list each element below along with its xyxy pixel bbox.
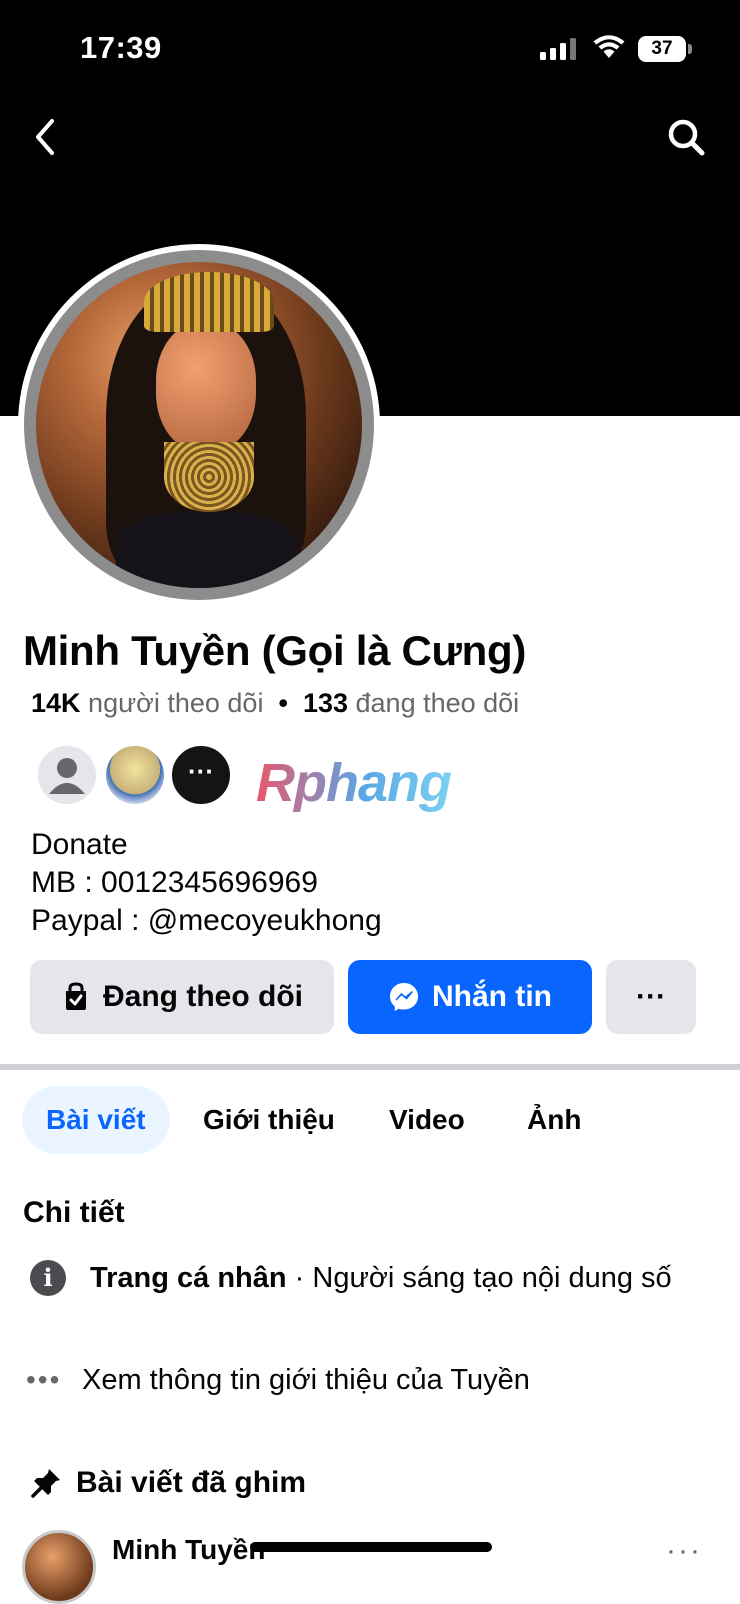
tab-about[interactable]: Giới thiệu (203, 1086, 335, 1154)
avatar-necklace (164, 442, 254, 512)
profile-name: Minh Tuyền (Gọi là Cưng) (23, 627, 527, 674)
bio-line: Donate (31, 828, 128, 861)
tab-posts[interactable]: Bài viết (22, 1086, 170, 1154)
following-label[interactable]: đang theo dõi (356, 688, 520, 718)
wifi-icon (593, 35, 625, 58)
status-bar: 17:39 37 (0, 0, 740, 90)
page-category: · Người sáng tạo nội dung số (286, 1262, 672, 1294)
following-icon (66, 982, 86, 1010)
details-title: Chi tiết (23, 1196, 125, 1229)
page-type-label: Trang cá nhân (90, 1262, 287, 1294)
following-button[interactable]: Đang theo dõi (30, 960, 334, 1034)
bio-line: MB : 0012345696969 (31, 866, 318, 899)
follower-avatar[interactable] (104, 744, 166, 806)
post-more-button[interactable]: ··· (666, 1534, 702, 1568)
signal-icon (540, 38, 576, 60)
watermark-logo: Rphang (256, 753, 452, 813)
status-time: 17:39 (80, 30, 162, 65)
more-followers-button[interactable]: ··· (170, 744, 232, 806)
back-icon[interactable] (28, 115, 62, 159)
pinned-posts-title: Bài viết đã ghim (76, 1466, 307, 1499)
message-button[interactable]: Nhắn tin (348, 960, 592, 1034)
battery-indicator: 37 (638, 36, 686, 62)
pinned-posts-header: Bài viết đã ghim (30, 1466, 306, 1500)
followers-count[interactable]: 14K (31, 688, 81, 718)
followers-label[interactable]: người theo dõi (88, 688, 263, 718)
home-indicator[interactable] (250, 1542, 492, 1552)
profile-avatar[interactable] (36, 262, 362, 588)
pin-icon (31, 1469, 60, 1498)
more-options-button[interactable]: ··· (606, 960, 696, 1034)
bio-line: Paypal : @mecoyeukhong (31, 904, 382, 937)
post-author-name[interactable]: Minh Tuyền (112, 1534, 265, 1566)
avatar-face (156, 322, 256, 452)
section-divider (0, 1064, 740, 1070)
see-about-link[interactable]: Xem thông tin giới thiệu của Tuyền (82, 1364, 530, 1397)
stats-separator: • (278, 688, 288, 718)
avatar-clothing (116, 512, 296, 588)
profile-bio: Donate MB : 0012345696969 Paypal : @meco… (31, 826, 382, 940)
page-type-detail: Trang cá nhân · Người sáng tạo nội dung … (90, 1260, 700, 1296)
more-dots-icon: ••• (26, 1364, 62, 1395)
avatar-headpiece (144, 272, 274, 332)
default-person-icon (49, 758, 85, 794)
follow-stats: 14K người theo dõi • 133 đang theo dõi (31, 688, 519, 719)
tab-photos[interactable]: Ảnh (527, 1086, 581, 1154)
search-icon[interactable] (664, 115, 708, 159)
tab-video[interactable]: Video (389, 1086, 465, 1154)
following-button-label: Đang theo dõi (103, 980, 303, 1013)
info-icon: i (30, 1260, 66, 1296)
battery-tip (688, 44, 692, 54)
following-count[interactable]: 133 (303, 688, 348, 718)
messenger-icon (390, 983, 418, 1011)
message-button-label: Nhắn tin (432, 980, 552, 1013)
follower-avatar[interactable] (36, 744, 98, 806)
post-author-avatar[interactable] (22, 1530, 96, 1604)
